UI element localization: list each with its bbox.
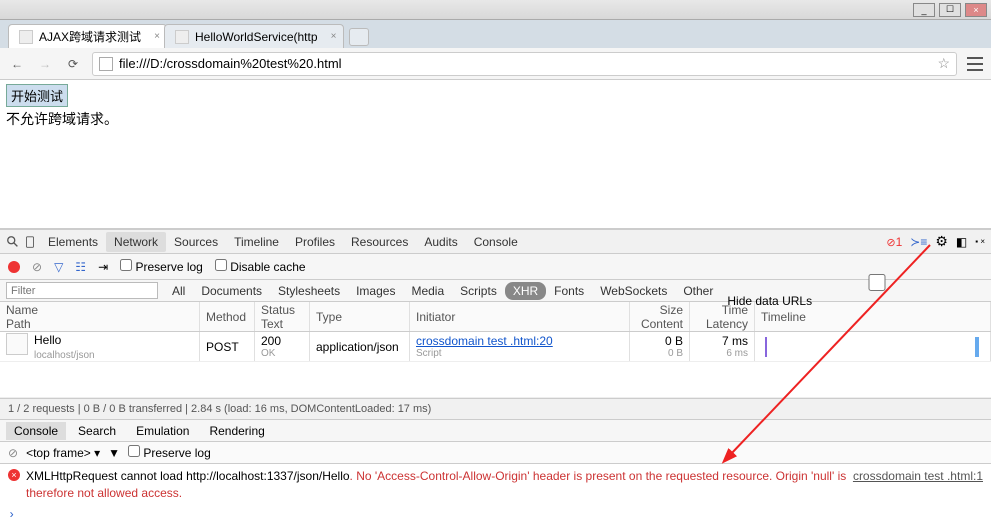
console-error-message: × XMLHttpRequest cannot load http://loca… [0,464,991,506]
devtools: ElementsNetworkSourcesTimelineProfilesRe… [0,228,991,524]
filter-input[interactable] [6,282,158,299]
devtools-tab-timeline[interactable]: Timeline [226,232,287,252]
window-titlebar: _ ☐ × [0,0,991,20]
frame-selector[interactable]: <top frame> ▾ [26,446,100,460]
error-count-badge[interactable]: ⊘1 [886,235,902,249]
forward-button[interactable]: → [36,55,54,73]
console-source-link[interactable]: crossdomain test .html:1 [853,468,983,485]
window-close[interactable]: × [965,3,987,17]
devtools-tab-elements[interactable]: Elements [40,232,106,252]
network-table-header: NamePath Method StatusText Type Initiato… [0,302,991,332]
options-icon[interactable]: ⇥ [98,260,108,274]
dock-icon[interactable]: ◧ [956,235,967,249]
search-icon[interactable] [6,235,20,249]
devtools-tabbar: ElementsNetworkSourcesTimelineProfilesRe… [0,230,991,254]
drawer-tab-search[interactable]: Search [70,422,124,440]
clear-console-icon[interactable]: ⊘ [8,446,18,460]
filter-type-other[interactable]: Other [675,282,721,300]
devtools-tab-audits[interactable]: Audits [416,232,465,252]
view-icon[interactable]: ☷ [75,260,86,274]
new-tab-button[interactable] [349,28,369,46]
hamburger-menu-icon[interactable] [967,57,983,71]
filter-type-scripts[interactable]: Scripts [452,282,505,300]
bookmark-icon[interactable]: ☆ [937,55,950,72]
record-button[interactable] [8,261,20,273]
devtools-tab-sources[interactable]: Sources [166,232,226,252]
filter-type-media[interactable]: Media [403,282,452,300]
network-request-row[interactable]: Hellolocalhost/json POST 200OK applicati… [0,332,991,362]
timeline-mark [765,337,767,357]
page-icon [99,57,113,71]
filter-type-all[interactable]: All [164,282,193,300]
drawer-tab-rendering[interactable]: Rendering [201,422,272,440]
close-devtools-icon[interactable]: ▪ × [975,237,985,246]
favicon-icon [19,30,33,44]
initiator-link[interactable]: crossdomain test .html:20 [416,334,623,348]
filter-type-websockets[interactable]: WebSockets [592,282,675,300]
file-icon [6,333,28,355]
close-icon[interactable]: × [331,31,337,42]
url-input[interactable] [119,56,931,71]
browser-tab-inactive[interactable]: HelloWorldService(http × [164,24,344,48]
filter-type-stylesheets[interactable]: Stylesheets [270,282,348,300]
error-icon: × [8,469,20,481]
console-toolbar: ⊘ <top frame> ▾ ▼ Preserve log [0,442,991,464]
window-minimize[interactable]: _ [913,3,935,17]
drawer-tabbar: ConsoleSearchEmulationRendering [0,420,991,442]
devtools-tab-profiles[interactable]: Profiles [287,232,343,252]
reload-button[interactable]: ⟳ [64,55,82,73]
tab-title: HelloWorldService(http [195,30,318,44]
browser-tab-active[interactable]: AJAX跨域请求测试 × [8,24,167,48]
start-test-button[interactable]: 开始测试 [6,84,68,107]
filter-type-documents[interactable]: Documents [193,282,270,300]
filter-type-images[interactable]: Images [348,282,403,300]
preserve-log-checkbox[interactable]: Preserve log [128,445,211,460]
browser-tabbar: AJAX跨域请求测试 × HelloWorldService(http × [0,20,991,48]
network-filter-row: AllDocumentsStylesheetsImagesMediaScript… [0,280,991,302]
devtools-tab-console[interactable]: Console [466,232,526,252]
settings-icon[interactable]: ⚙ [935,233,948,250]
device-icon[interactable] [23,235,37,249]
clear-icon[interactable]: ⊘ [32,260,42,274]
back-button[interactable]: ← [8,55,26,73]
drawer-toggle-icon[interactable]: ≻≡ [910,235,927,249]
network-summary: 1 / 2 requests | 0 B / 0 B transferred |… [0,398,991,420]
window-maximize[interactable]: ☐ [939,3,961,17]
omnibox[interactable]: ☆ [92,52,957,76]
preserve-log-checkbox[interactable]: Preserve log [120,259,203,274]
page-content: 开始测试 不允许跨域请求。 [0,80,991,228]
disable-cache-checkbox[interactable]: Disable cache [215,259,306,274]
filter-icon[interactable]: ▽ [54,260,63,274]
filter-type-xhr[interactable]: XHR [505,282,546,300]
address-bar: ← → ⟳ ☆ [0,48,991,80]
result-message: 不允许跨域请求。 [6,109,985,129]
tab-title: AJAX跨域请求测试 [39,28,141,45]
close-icon[interactable]: × [154,31,160,42]
filter-dropdown[interactable]: ▼ [108,446,120,460]
filter-type-fonts[interactable]: Fonts [546,282,592,300]
favicon-icon [175,30,189,44]
drawer-tab-console[interactable]: Console [6,422,66,440]
timeline-mark [975,337,979,357]
devtools-tab-resources[interactable]: Resources [343,232,416,252]
drawer-tab-emulation[interactable]: Emulation [128,422,197,440]
console-prompt[interactable]: › [0,506,991,524]
devtools-tab-network[interactable]: Network [106,232,166,252]
